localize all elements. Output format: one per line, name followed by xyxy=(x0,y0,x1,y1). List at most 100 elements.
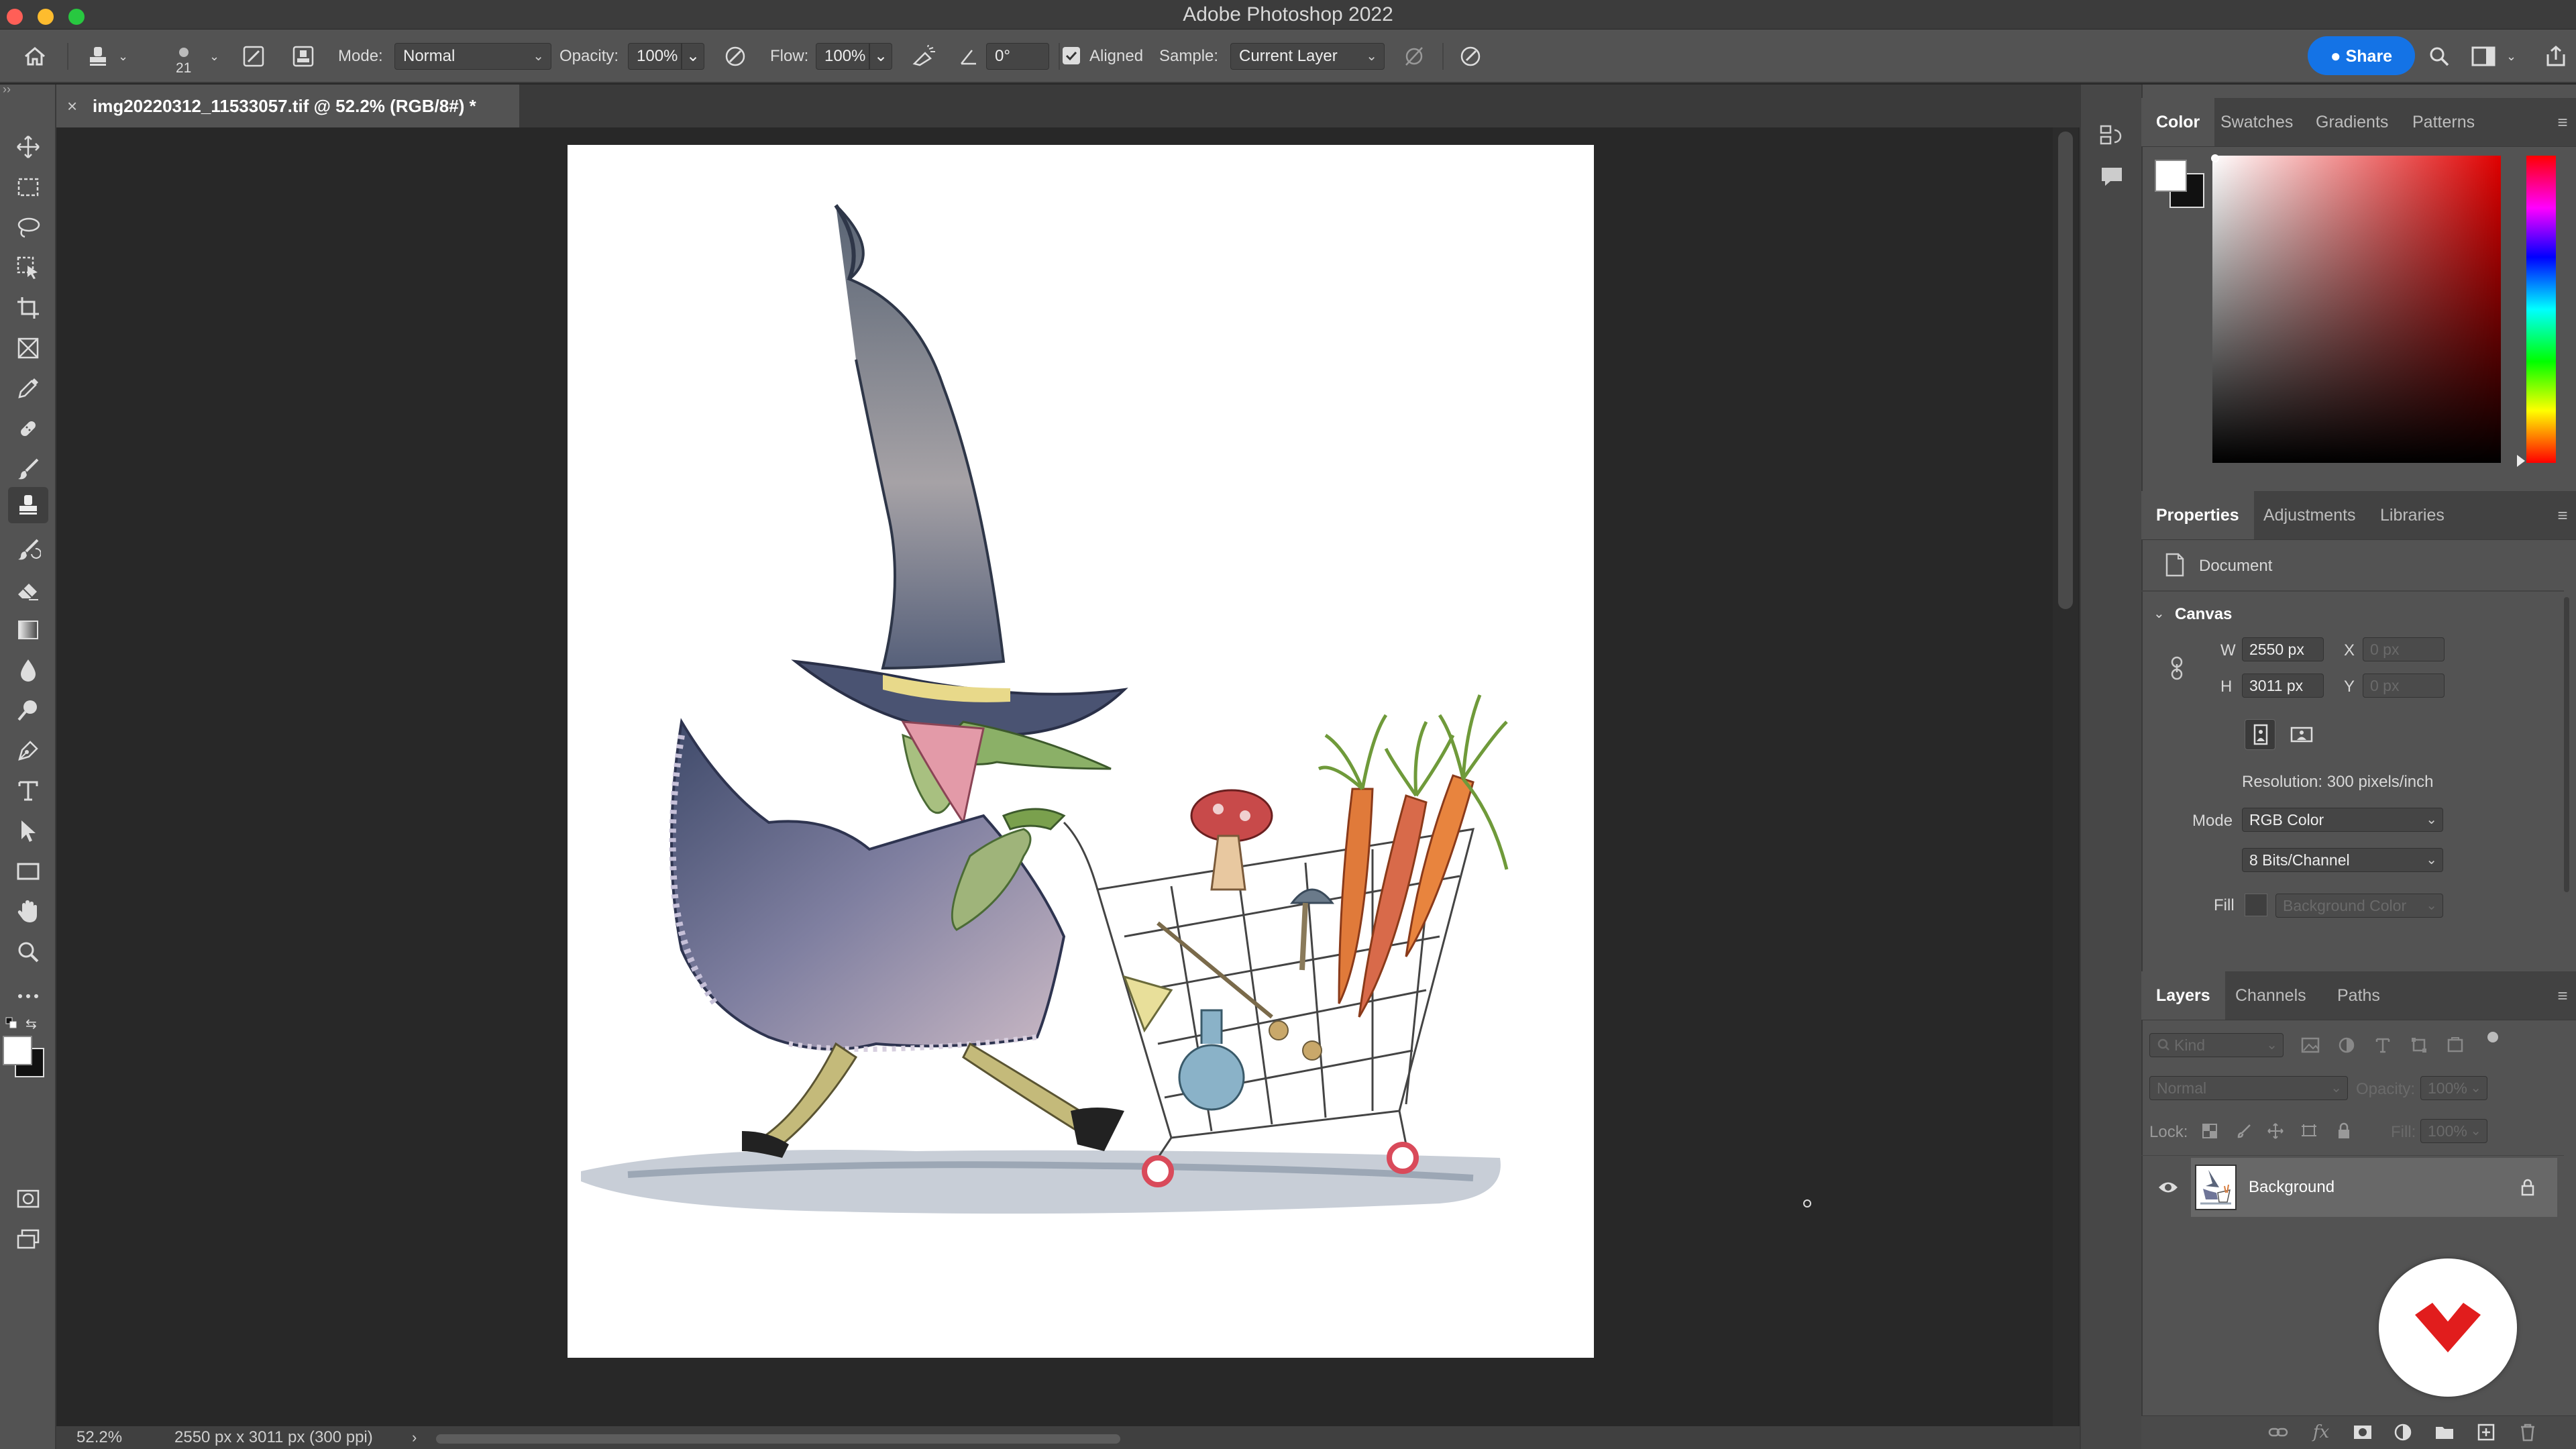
filter-type-layers-icon[interactable] xyxy=(2369,1033,2396,1057)
search-icon[interactable] xyxy=(2424,42,2454,71)
layer-filter-kind-select[interactable]: Kind ⌄ xyxy=(2149,1033,2284,1057)
link-layers-icon[interactable] xyxy=(2265,1421,2292,1444)
canvas-y-input[interactable]: 0 px xyxy=(2363,674,2445,698)
layer-row-background[interactable] xyxy=(2191,1158,2557,1217)
mode-select[interactable]: Normal ⌄ xyxy=(394,43,551,70)
workspace-chevron-icon[interactable]: ⌄ xyxy=(2506,30,2516,83)
new-adjustment-layer-icon[interactable] xyxy=(2390,1421,2416,1444)
tab-properties[interactable]: Properties xyxy=(2141,491,2254,539)
tab-paths[interactable]: Paths xyxy=(2322,971,2395,1020)
opacity-dropdown[interactable]: ⌄ xyxy=(682,43,704,70)
color-panel-foreground-swatch[interactable] xyxy=(2155,160,2187,192)
flow-dropdown[interactable]: ⌄ xyxy=(869,43,892,70)
properties-scrollbar[interactable] xyxy=(2564,597,2569,892)
layer-lock-icon[interactable] xyxy=(2516,1174,2540,1201)
lasso-tool-icon[interactable] xyxy=(8,209,48,246)
bit-depth-select[interactable]: 8 Bits/Channel ⌄ xyxy=(2242,848,2443,872)
lock-all-icon[interactable] xyxy=(2332,1119,2356,1143)
healing-brush-tool-icon[interactable] xyxy=(8,411,48,447)
brush-settings-icon[interactable] xyxy=(239,42,268,71)
canvas-section-chevron-icon[interactable]: ⌄ xyxy=(2153,605,2165,622)
fill-select[interactable]: Background Color ⌄ xyxy=(2275,894,2443,918)
gradient-tool-icon[interactable] xyxy=(8,612,48,648)
landscape-orientation-button[interactable] xyxy=(2286,719,2317,750)
sample-select[interactable]: Current Layer ⌄ xyxy=(1230,43,1385,70)
horizontal-scrollbar-thumb[interactable] xyxy=(436,1434,1120,1444)
tab-color[interactable]: Color xyxy=(2141,98,2215,146)
clone-stamp-preset-icon[interactable] xyxy=(83,42,113,71)
tab-swatches[interactable]: Swatches xyxy=(2206,98,2308,146)
aligned-checkbox[interactable] xyxy=(1063,47,1080,64)
layer-visibility-eye-icon[interactable] xyxy=(2155,1175,2182,1199)
properties-panel-menu-icon[interactable]: ≡ xyxy=(2549,491,2576,539)
blur-tool-icon[interactable] xyxy=(8,652,48,688)
color-field-picker[interactable] xyxy=(2211,154,2219,162)
angle-input[interactable]: 0° xyxy=(986,43,1049,70)
quick-mask-icon[interactable] xyxy=(8,1181,48,1217)
path-selection-tool-icon[interactable] xyxy=(8,813,48,849)
more-tools-icon[interactable] xyxy=(8,978,48,1014)
new-group-icon[interactable] xyxy=(2431,1421,2458,1444)
clone-source-icon[interactable] xyxy=(288,42,318,71)
document-tab[interactable]: × img20220312_11533057.tif @ 52.2% (RGB/… xyxy=(56,85,519,127)
history-brush-tool-icon[interactable] xyxy=(8,531,48,568)
tab-adjustments[interactable]: Adjustments xyxy=(2249,491,2371,539)
airbrush-icon[interactable] xyxy=(910,42,939,71)
delete-layer-icon[interactable] xyxy=(2514,1421,2541,1444)
canvas-height-input[interactable]: 3011 px xyxy=(2242,674,2324,698)
hue-slider[interactable] xyxy=(2526,156,2556,463)
fill-color-swatch[interactable] xyxy=(2245,894,2267,916)
tab-gradients[interactable]: Gradients xyxy=(2301,98,2403,146)
lock-image-pixels-icon[interactable] xyxy=(2233,1119,2257,1143)
foreground-color-swatch[interactable] xyxy=(3,1036,32,1065)
workspace-icon[interactable] xyxy=(2469,42,2498,71)
link-dimensions-icon[interactable] xyxy=(2167,655,2187,682)
layers-panel-menu-icon[interactable]: ≡ xyxy=(2549,971,2576,1020)
add-mask-icon[interactable] xyxy=(2349,1421,2376,1444)
flow-input[interactable]: 100% xyxy=(816,43,869,70)
eraser-tool-icon[interactable] xyxy=(8,572,48,608)
expand-panel-icon[interactable]: ›› xyxy=(0,83,56,98)
object-selection-tool-icon[interactable] xyxy=(8,250,48,286)
comments-panel-icon[interactable] xyxy=(2098,164,2125,191)
eyedropper-tool-icon[interactable] xyxy=(8,370,48,407)
opacity-input[interactable]: 100% xyxy=(628,43,682,70)
screen-mode-icon[interactable] xyxy=(8,1221,48,1257)
portrait-orientation-button[interactable] xyxy=(2245,719,2275,750)
filter-adjustment-layers-icon[interactable] xyxy=(2333,1033,2360,1057)
layer-name[interactable]: Background xyxy=(2249,1178,2334,1197)
share-button[interactable]: ● Share xyxy=(2308,36,2415,75)
history-panel-icon[interactable] xyxy=(2098,122,2125,149)
filter-pixel-layers-icon[interactable] xyxy=(2297,1033,2324,1057)
filter-shape-layers-icon[interactable] xyxy=(2406,1033,2432,1057)
document-canvas[interactable] xyxy=(568,145,1594,1358)
lock-artboard-icon[interactable] xyxy=(2297,1119,2321,1143)
layer-opacity-input[interactable]: 100% ⌄ xyxy=(2420,1076,2487,1100)
dodge-tool-icon[interactable] xyxy=(8,692,48,729)
default-colors-icon[interactable] xyxy=(5,1017,17,1029)
pen-tool-icon[interactable] xyxy=(8,733,48,769)
hue-slider-handle[interactable] xyxy=(2517,455,2525,467)
lock-position-icon[interactable] xyxy=(2263,1119,2288,1143)
swap-colors-icon[interactable]: ⇆ xyxy=(25,1016,42,1032)
ignore-adjustment-layers-icon[interactable] xyxy=(1399,42,1429,71)
layer-fill-input[interactable]: 100% ⌄ xyxy=(2420,1119,2487,1143)
vertical-scrollbar-thumb[interactable] xyxy=(2058,131,2073,609)
zoom-tool-icon[interactable] xyxy=(8,934,48,970)
tab-patterns[interactable]: Patterns xyxy=(2398,98,2489,146)
home-icon[interactable] xyxy=(20,42,50,71)
crop-tool-icon[interactable] xyxy=(8,290,48,326)
canvas-width-input[interactable]: 2550 px xyxy=(2242,637,2324,661)
marquee-tool-icon[interactable] xyxy=(8,169,48,205)
hand-tool-icon[interactable] xyxy=(8,894,48,930)
lock-transparent-pixels-icon[interactable] xyxy=(2198,1119,2222,1143)
tab-layers[interactable]: Layers xyxy=(2141,971,2225,1020)
canvas-x-input[interactable]: 0 px xyxy=(2363,637,2445,661)
status-menu-chevron-icon[interactable]: › xyxy=(412,1426,417,1449)
chevron-down-icon[interactable]: ⌄ xyxy=(118,30,128,83)
tab-channels[interactable]: Channels xyxy=(2220,971,2321,1020)
filter-smart-objects-icon[interactable] xyxy=(2442,1033,2469,1057)
layer-blend-mode-select[interactable]: Normal ⌄ xyxy=(2149,1076,2348,1100)
pressure-size-icon[interactable] xyxy=(1456,42,1485,71)
layer-style-fx-icon[interactable]: fx xyxy=(2308,1421,2334,1444)
